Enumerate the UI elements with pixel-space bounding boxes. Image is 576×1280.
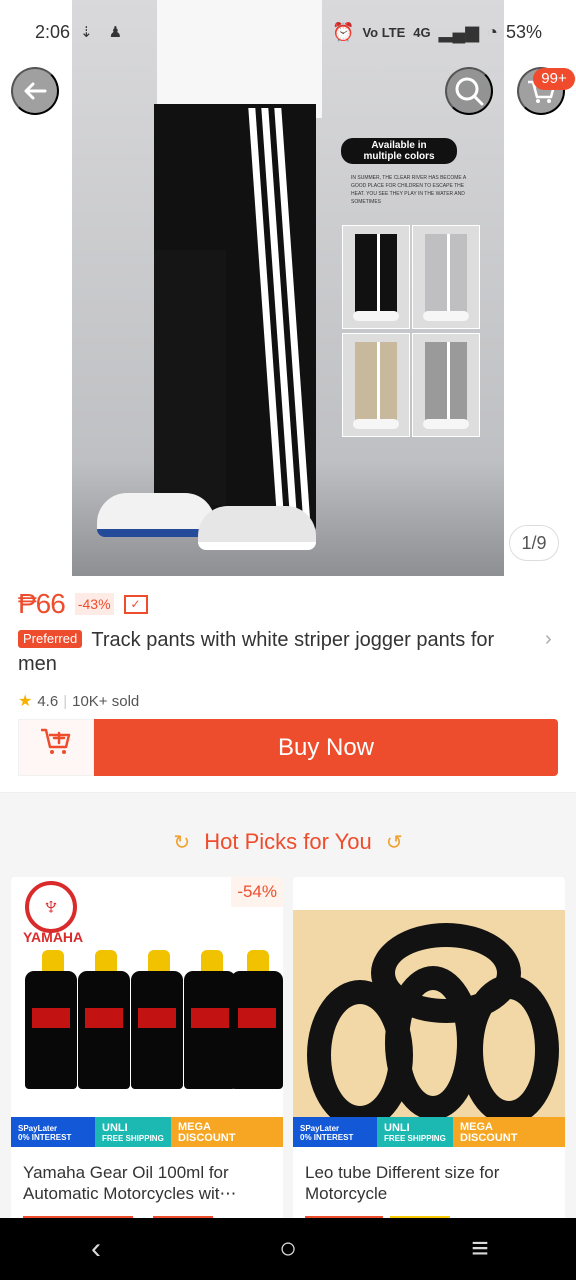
spaylater-promo: SPayLater 0% INTEREST — [293, 1117, 377, 1147]
discount-label: DISCOUNT — [178, 1131, 236, 1144]
product-card-image[interactable]: SPayLater 0% INTEREST UNLI FREE SHIPPING… — [293, 877, 565, 1147]
nav-home-icon[interactable]: ○ — [243, 1232, 333, 1266]
rating-separator: | — [63, 692, 68, 710]
available-colors-line2: multiple colors — [363, 151, 435, 162]
color-thumbnail-gray — [412, 225, 480, 329]
spaylater-promo: SPayLater 0% INTEREST — [11, 1117, 95, 1147]
gallery-page-indicator: 1/9 — [509, 525, 559, 561]
recommendation-section: ↻ Hot Picks for You ↺ ♆ YAMAHA -54% SPay… — [0, 792, 576, 1220]
sneaker-image — [198, 506, 316, 550]
battery-percent: 53% — [505, 22, 542, 42]
star-icon: ★ — [18, 693, 33, 710]
hot-picks-title-row: ↻ Hot Picks for You ↺ — [0, 829, 576, 855]
product-title: Track pants with white striper jogger pa… — [18, 629, 495, 675]
interest-label: 0% INTEREST — [300, 1132, 354, 1142]
available-colors-line1: Available in — [371, 140, 427, 151]
status-left-icons: ⇣ ♟ — [80, 23, 128, 41]
add-to-cart-button[interactable] — [18, 719, 94, 776]
buy-now-button[interactable]: Buy Now — [94, 719, 558, 776]
preferred-badge: Preferred — [18, 630, 83, 648]
discount-badge: -43% — [74, 593, 114, 615]
arrow-left-icon — [24, 82, 47, 100]
spaylater-label: SPayLater — [300, 1123, 340, 1133]
hot-picks-title: Hot Picks for You — [204, 829, 372, 854]
product-card-leo-tube[interactable]: SPayLater 0% INTEREST UNLI FREE SHIPPING… — [293, 877, 565, 1220]
spaylater-label: SPayLater — [18, 1123, 58, 1133]
free-shipping-label: FREE SHIPPING — [102, 1133, 164, 1143]
cart-count-badge: 99+ — [533, 68, 575, 90]
chevron-right-icon[interactable]: › — [545, 628, 552, 651]
person-icon: ♟ — [108, 24, 129, 41]
oil-bottle — [184, 971, 236, 1089]
spark-icon: ↻ — [173, 832, 191, 854]
product-card-image[interactable]: ♆ YAMAHA -54% SPayLater 0% INTEREST UNLI… — [11, 877, 283, 1147]
price-row: ₱66 -43% ✓ — [18, 588, 148, 620]
product-card-title[interactable]: Leo tube Different size for Motorcycle — [305, 1162, 555, 1204]
status-bar: 2:06 ⇣ ♟ ⏰ Vo LTE 4G ▂▄▆ ◔ 53% — [0, 0, 576, 66]
available-colors-badge: Available in multiple colors — [341, 138, 457, 164]
oil-bottle — [231, 971, 283, 1089]
search-button[interactable] — [445, 67, 493, 115]
mega-label: MEGA — [460, 1120, 493, 1133]
sold-count: 10K+ sold — [72, 692, 140, 710]
color-thumbnail-beige — [342, 333, 410, 437]
signal-icon: ▂▄▆ — [438, 22, 480, 42]
product-card-title[interactable]: Yamaha Gear Oil 100ml for Automatic Moto… — [23, 1162, 273, 1204]
gallery-caption: IN SUMMER, THE CLEAR RIVER HAS BECOME A … — [351, 175, 466, 205]
unli-promo: UNLI FREE SHIPPING — [377, 1117, 453, 1147]
nav-menu-icon[interactable]: ≡ — [435, 1232, 525, 1266]
oil-bottle — [78, 971, 130, 1089]
oil-bottle — [131, 971, 183, 1089]
network-label: 4G — [413, 25, 431, 40]
card-discount-tag: -54% — [231, 877, 283, 907]
rating-row: ★ 4.6 | 10K+ sold — [18, 691, 139, 711]
search-icon — [455, 77, 484, 106]
unli-label: UNLI — [384, 1121, 410, 1134]
mega-label: MEGA — [178, 1120, 211, 1133]
discount-label: DISCOUNT — [460, 1131, 518, 1144]
product-price: ₱66 — [18, 588, 66, 619]
voucher-icon[interactable]: ✓ — [123, 594, 148, 614]
download-icon: ⇣ — [80, 24, 99, 41]
volte-label: Vo LTE — [362, 25, 406, 40]
status-time: 2:06 — [35, 22, 71, 42]
product-title-row[interactable]: Preferred Track pants with white striper… — [18, 628, 538, 676]
unli-label: UNLI — [102, 1121, 128, 1134]
color-thumbnail-black — [342, 225, 410, 329]
unli-promo: UNLI FREE SHIPPING — [95, 1117, 171, 1147]
add-to-cart-icon — [41, 728, 71, 754]
tire-tube — [371, 923, 521, 1023]
pants-leg-image-region — [154, 250, 226, 505]
nav-back-icon[interactable]: ‹ — [51, 1232, 141, 1266]
promo-strip: SPayLater 0% INTEREST UNLI FREE SHIPPING… — [11, 1117, 283, 1147]
promo-strip: SPayLater 0% INTEREST UNLI FREE SHIPPING… — [293, 1117, 565, 1147]
sneaker-image — [97, 493, 215, 537]
back-button[interactable] — [11, 67, 59, 115]
mega-discount-promo: MEGA DISCOUNT — [453, 1117, 565, 1147]
interest-label: 0% INTEREST — [18, 1132, 72, 1142]
yamaha-logo: ♆ — [25, 881, 77, 933]
system-navigation-bar: ‹ ○ ≡ — [0, 1218, 576, 1280]
status-right-icons: ⏰ Vo LTE 4G ▂▄▆ ◔ 53% — [332, 22, 542, 43]
color-thumbnail-dark-gray — [412, 333, 480, 437]
oil-bottle — [25, 971, 77, 1089]
product-image-gallery[interactable]: Available in multiple colors IN SUMMER, … — [72, 0, 504, 576]
free-shipping-label: FREE SHIPPING — [384, 1133, 446, 1143]
yamaha-brand-text: YAMAHA — [23, 929, 84, 945]
rating-value: 4.6 — [37, 692, 59, 710]
alarm-icon: ⏰ — [332, 22, 355, 42]
battery-icon: ◔ — [487, 22, 498, 42]
spark-icon: ↺ — [385, 832, 403, 854]
product-card-yamaha[interactable]: ♆ YAMAHA -54% SPayLater 0% INTEREST UNLI… — [11, 877, 283, 1220]
mega-discount-promo: MEGA DISCOUNT — [171, 1117, 283, 1147]
